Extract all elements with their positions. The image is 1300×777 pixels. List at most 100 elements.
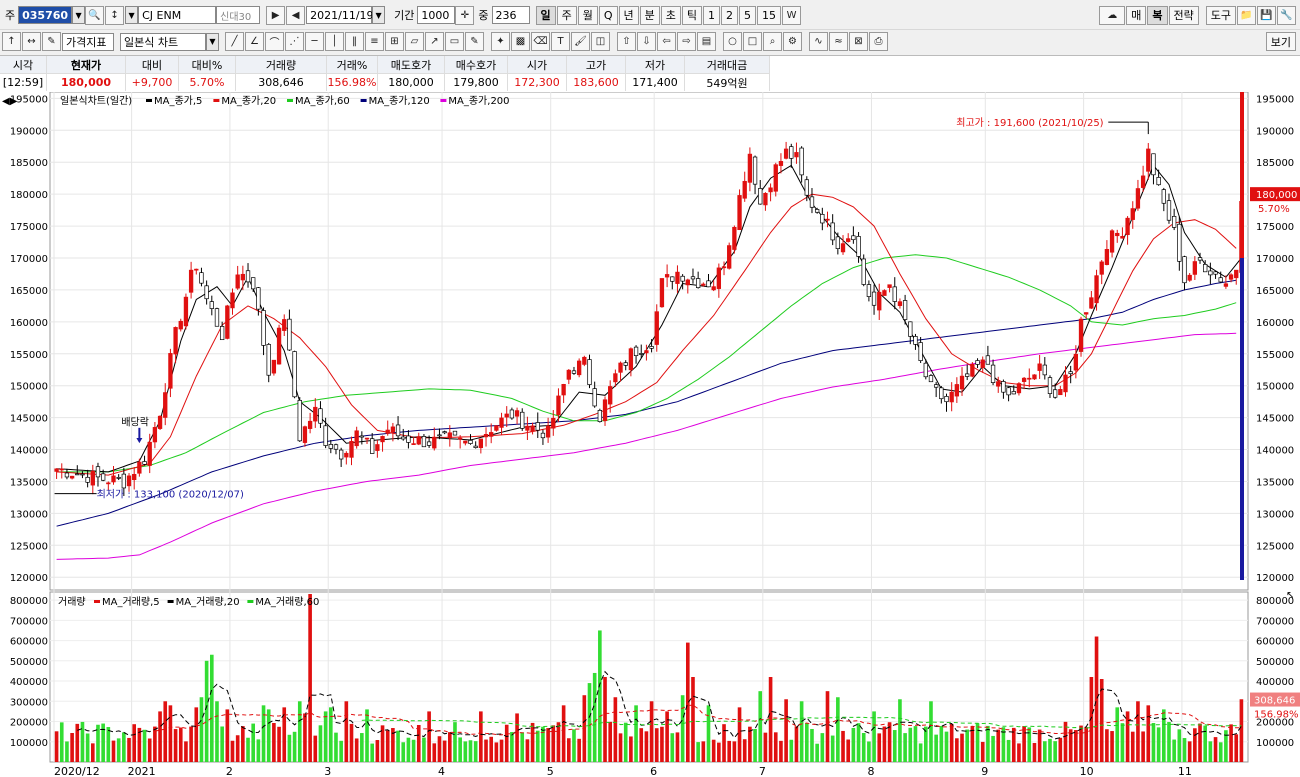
period-button[interactable]: 주 bbox=[556, 5, 577, 25]
candle-body bbox=[111, 475, 116, 483]
wrench-icon[interactable]: 🔧 bbox=[1277, 5, 1296, 25]
crosshair-icon[interactable]: ✛ bbox=[455, 5, 475, 25]
eraser-icon[interactable]: ⌫ bbox=[531, 32, 550, 51]
candle-body bbox=[535, 422, 540, 431]
angle-line-icon[interactable]: ∠ bbox=[245, 32, 264, 51]
v-lines-icon[interactable]: ‖ bbox=[345, 32, 364, 51]
period-button[interactable]: 틱 bbox=[681, 5, 703, 25]
rect-icon[interactable]: ▭ bbox=[445, 32, 464, 51]
circle-icon[interactable]: ○ bbox=[723, 32, 742, 51]
search-icon[interactable]: 🔍 bbox=[85, 5, 105, 25]
play-right-icon[interactable]: ▶ bbox=[266, 5, 286, 25]
stock-chart[interactable]: 최고가 : 191,600 (2021/10/25) 최저가 : 133,100 … bbox=[0, 92, 1300, 777]
h-line-icon[interactable]: ─ bbox=[305, 32, 324, 51]
magic-wand-icon[interactable]: ✦ bbox=[491, 32, 510, 51]
candle-body bbox=[194, 268, 199, 271]
volume-bar bbox=[70, 732, 74, 762]
text-box-icon[interactable]: ▤ bbox=[697, 32, 716, 51]
square-icon[interactable]: □ bbox=[743, 32, 762, 51]
candle-body bbox=[297, 400, 302, 442]
period-button[interactable]: 초 bbox=[660, 5, 681, 25]
indicator-dropdown[interactable]: 가격지표 bbox=[62, 32, 114, 51]
code-dropdown[interactable]: ▼ bbox=[72, 6, 86, 24]
sort-icon[interactable]: ↕ bbox=[105, 5, 125, 25]
wave-icon[interactable]: W bbox=[782, 5, 802, 25]
tools-button[interactable]: 도구 bbox=[1205, 5, 1236, 25]
period-button[interactable]: Q bbox=[598, 5, 618, 25]
volume-bar bbox=[111, 740, 116, 762]
text-icon[interactable]: T bbox=[551, 32, 570, 51]
fan-icon[interactable]: ⋰ bbox=[285, 32, 304, 51]
candle-body bbox=[737, 195, 742, 231]
arrow-left-icon[interactable]: ⇦ bbox=[657, 32, 676, 51]
edit-icon[interactable]: ✎ bbox=[42, 32, 61, 51]
date-label: 9 bbox=[981, 765, 988, 777]
settings-icon[interactable]: ⚙ bbox=[783, 32, 802, 51]
v-line-icon[interactable]: │ bbox=[325, 32, 344, 51]
chart-type-dropdown[interactable]: 일본식 차트 bbox=[120, 32, 206, 51]
candle-body bbox=[608, 386, 613, 405]
volume-bar bbox=[504, 724, 509, 762]
candle-body bbox=[364, 437, 370, 440]
cloud-icon[interactable]: ☁ bbox=[1099, 5, 1126, 25]
date-dropdown[interactable]: ▼ bbox=[372, 6, 386, 24]
wave2-icon[interactable]: ≈ bbox=[829, 32, 848, 51]
candle-body bbox=[152, 427, 158, 443]
period-button[interactable]: 년 bbox=[618, 5, 639, 25]
arrow-right-icon[interactable]: ⇨ bbox=[677, 32, 696, 51]
candle-body bbox=[80, 473, 85, 476]
fill-icon[interactable]: ▩ bbox=[511, 32, 530, 51]
volume-bar bbox=[841, 730, 845, 762]
volume-bar bbox=[447, 732, 452, 762]
period-button[interactable]: 월 bbox=[577, 5, 598, 25]
grid-icon[interactable]: ⊞ bbox=[385, 32, 404, 51]
ray-icon[interactable]: ↗ bbox=[425, 32, 444, 51]
pencil-icon[interactable]: ✎ bbox=[465, 32, 484, 51]
folder-icon[interactable]: 📁 bbox=[1237, 5, 1256, 25]
period-button[interactable]: 5 bbox=[739, 5, 757, 25]
multi-button[interactable]: 복 bbox=[1147, 5, 1168, 25]
expand-horizontal-icon[interactable]: ↔ bbox=[22, 32, 41, 51]
wave-icon[interactable]: ∿ bbox=[809, 32, 828, 51]
print-icon[interactable]: ⎙ bbox=[869, 32, 888, 51]
volume-bar bbox=[339, 740, 343, 762]
play-left-icon[interactable]: ◀ bbox=[286, 5, 306, 25]
period-button[interactable]: 1 bbox=[703, 5, 721, 25]
candle-body bbox=[556, 395, 561, 416]
hide-icon[interactable]: ◫ bbox=[591, 32, 610, 51]
date-input[interactable]: 2021/11/19 bbox=[306, 6, 374, 24]
candle-body bbox=[727, 245, 732, 269]
arc-icon[interactable]: ⌒ bbox=[265, 32, 284, 51]
count-input[interactable]: 236 bbox=[491, 6, 530, 24]
volume-bar bbox=[685, 642, 690, 762]
grid-box-icon[interactable]: ⊠ bbox=[849, 32, 868, 51]
candle-body bbox=[742, 180, 747, 199]
arrow-up-icon[interactable]: ↑ bbox=[2, 32, 21, 51]
h-lines-icon[interactable]: ≡ bbox=[365, 32, 384, 51]
period-button[interactable]: 15 bbox=[757, 5, 782, 25]
candle-body bbox=[525, 425, 530, 431]
channel-icon[interactable]: ▱ bbox=[405, 32, 424, 51]
buy-button[interactable]: 매 bbox=[1126, 5, 1147, 25]
quote-header-cell: 시가 bbox=[507, 56, 567, 74]
volume-bar bbox=[1053, 741, 1057, 762]
chart-type-arrow[interactable]: ▼ bbox=[206, 32, 219, 51]
period-button[interactable]: 분 bbox=[639, 5, 660, 25]
period-button[interactable]: 2 bbox=[721, 5, 739, 25]
zoom-icon[interactable]: ⌕ bbox=[763, 32, 782, 51]
arrow-down-icon[interactable]: ⇩ bbox=[637, 32, 656, 51]
legend-swatch bbox=[146, 99, 152, 102]
candle-body bbox=[680, 275, 685, 282]
period-button[interactable]: 일 bbox=[535, 5, 556, 25]
period-input[interactable]: 1000 bbox=[417, 6, 456, 24]
arrow-up-icon[interactable]: ⇧ bbox=[617, 32, 636, 51]
line-icon[interactable]: ╱ bbox=[225, 32, 244, 51]
brush-icon[interactable]: 🖌 bbox=[571, 32, 590, 51]
quote-value-cell: 180,000 bbox=[377, 73, 445, 91]
stock-code-input[interactable]: 035760 bbox=[18, 6, 73, 24]
strategy-button[interactable]: 전략 bbox=[1168, 5, 1199, 25]
save-icon[interactable]: 💾 bbox=[1257, 5, 1276, 25]
view-button[interactable]: 보기 bbox=[1265, 32, 1296, 51]
sort-dropdown[interactable]: ▼ bbox=[125, 6, 139, 24]
candle-body bbox=[276, 327, 282, 365]
